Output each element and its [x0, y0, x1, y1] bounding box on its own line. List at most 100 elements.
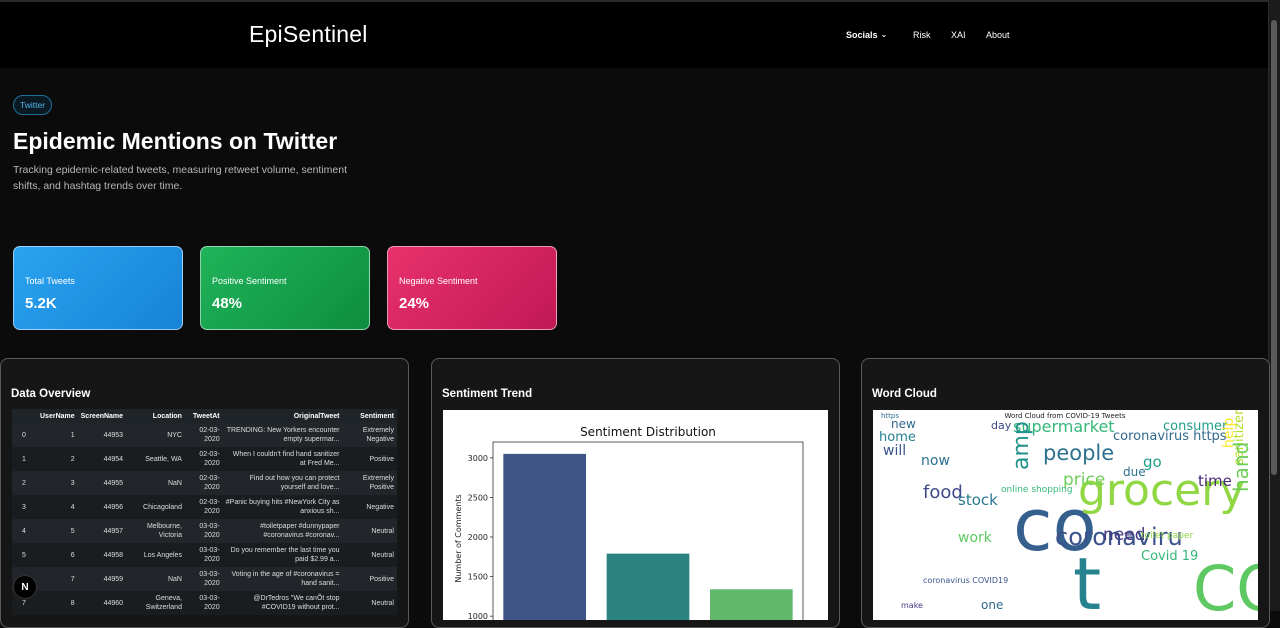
- table-cell: Extremely Negative: [362, 427, 394, 443]
- table-cell: 2: [70, 455, 75, 463]
- scrollbar-thumb[interactable]: [1271, 20, 1277, 475]
- chart-title: Sentiment Distribution: [580, 425, 716, 439]
- word-cloud-word: hand: [1229, 442, 1253, 492]
- table-cell: 44955: [103, 479, 124, 487]
- word-cloud-word: toilet paper: [1141, 531, 1193, 541]
- nav-about[interactable]: About: [986, 30, 1010, 40]
- word-cloud-word: t: [1073, 542, 1101, 620]
- table-cell: Geneva, Switzerland: [145, 595, 182, 611]
- column-header: TweetAt: [184, 409, 223, 423]
- table-cell: 3: [70, 479, 75, 487]
- bar: [606, 553, 690, 620]
- bar: [710, 589, 793, 620]
- table-cell: #Panic buying hits #NewYork City as anxi…: [225, 499, 340, 515]
- dev-tools-button[interactable]: N: [13, 575, 37, 599]
- table-cell: 44956: [103, 503, 124, 511]
- table-cell: Chicagoland: [143, 503, 182, 511]
- table-cell: Melbourne, Victoria: [146, 523, 182, 539]
- word-cloud-word: need: [1103, 525, 1145, 545]
- table-cell: 0: [22, 431, 26, 439]
- word-cloud-image: Word Cloud from COVID-19 Tweets https co t C…: [873, 410, 1258, 620]
- stat-label: Positive Sentiment: [212, 276, 287, 286]
- brand-logo[interactable]: EpiSentinel: [249, 21, 368, 48]
- table-cell: 2: [22, 479, 26, 487]
- nav-risk[interactable]: Risk: [913, 30, 931, 40]
- table-cell: 44958: [103, 551, 124, 559]
- table-cell: NaN: [167, 575, 182, 583]
- y-tick-label: 1500: [468, 573, 488, 582]
- table-cell: 02-03-2020: [199, 451, 220, 467]
- stat-value: 5.2K: [25, 295, 57, 312]
- chevron-down-icon: ⌄: [880, 30, 888, 39]
- word-cloud-word: will: [883, 443, 906, 459]
- table-cell: 03-03-2020: [199, 571, 220, 587]
- top-navbar: EpiSentinel Socials ⌄ Risk XAI About: [0, 0, 1268, 68]
- stat-card-positive-sentiment: Positive Sentiment 48%: [200, 246, 370, 330]
- table-cell: Neutral: [371, 527, 394, 535]
- word-cloud-word: due: [1123, 465, 1146, 479]
- word-cloud-word: people: [1043, 441, 1114, 465]
- data-table: UserName ScreenName Location TweetAt Ori…: [12, 409, 397, 615]
- table-cell: Negative: [366, 503, 394, 511]
- word-cloud-word: help: [1221, 418, 1237, 448]
- column-header: Sentiment: [342, 409, 397, 423]
- table-cell: Positive: [369, 575, 394, 583]
- word-cloud-word: coronavirus COVID19: [923, 576, 1008, 585]
- stat-value: 48%: [212, 295, 243, 312]
- column-header: UserName: [37, 409, 78, 423]
- stat-label: Negative Sentiment: [399, 276, 478, 286]
- table-row: 6744959NaN03-03-2020Voting in the age of…: [12, 567, 397, 591]
- y-tick-label: 2000: [468, 533, 488, 542]
- word-cloud-word: food: [923, 482, 963, 503]
- table-cell: 03-03-2020: [199, 595, 220, 611]
- word-cloud-word: stock: [958, 491, 998, 509]
- table-cell: 5: [70, 527, 75, 535]
- table-cell: 44959: [103, 575, 124, 583]
- table-cell: 03-03-2020: [199, 547, 220, 563]
- table-cell: 4: [70, 503, 75, 511]
- word-cloud-word: Covid 19: [1141, 549, 1198, 564]
- table-cell: 44957: [103, 527, 124, 535]
- word-cloud-word: new: [891, 417, 916, 431]
- word-cloud-word: online shopping: [1001, 485, 1073, 495]
- nav-socials-dropdown[interactable]: Socials ⌄: [846, 30, 887, 40]
- y-tick-label: 2500: [468, 493, 488, 502]
- nav-socials-label: Socials: [846, 30, 878, 40]
- table-row: 4 5 44957 Melbourne, Victoria 03-03-2020 #toi…: [12, 519, 397, 543]
- table-cell: Los Angeles: [143, 551, 182, 559]
- table-row: 0 1 44953 NYC 02-03-2020 TRENDING: New Yorker…: [12, 423, 397, 447]
- bar: [503, 453, 586, 620]
- y-tick-label: 3000: [468, 454, 488, 463]
- table-row: 5 6 44958 Los Angeles 03-03-2020 Do you remem…: [12, 543, 397, 567]
- table-cell: 3: [22, 503, 26, 511]
- table-cell: @DrTedros "We canÕt stop #COVID19 withou…: [253, 595, 340, 611]
- table-cell: #toiletpaper #dunnypaper #coronavirus #c…: [260, 523, 340, 539]
- sentiment-trend-card: Sentiment Trend Sentiment Distribution 10…: [431, 358, 840, 628]
- word-cloud-word: day: [991, 419, 1012, 432]
- table-cell: Neutral: [371, 599, 394, 607]
- column-header: ScreenName: [77, 409, 127, 423]
- card-title: Data Overview: [11, 388, 91, 400]
- sentiment-chart-svg: Sentiment Distribution 1000 1500 2000 2500 30…: [454, 425, 804, 620]
- word-cloud-card: Word Cloud Word Cloud from COVID-19 Twee…: [861, 358, 1270, 628]
- card-title: Word Cloud: [872, 388, 937, 400]
- table-cell: 5: [22, 551, 26, 559]
- table-cell: 6: [70, 551, 75, 559]
- page-title: Epidemic Mentions on Twitter: [13, 128, 338, 154]
- column-header: OriginalTweet: [222, 409, 343, 423]
- table-cell: 44960: [103, 599, 124, 607]
- table-cell: NaN: [167, 479, 182, 487]
- y-tick-label: 1000: [468, 612, 488, 620]
- y-axis-label: Number of Comments: [454, 494, 463, 582]
- stat-card-total-tweets: Total Tweets 5.2K: [13, 246, 183, 330]
- word-cloud-word: amp: [1009, 421, 1034, 470]
- sentiment-chart: Sentiment Distribution 1000 1500 2000 2500 30…: [443, 410, 828, 620]
- table-cell: Find out how you can protect yourself an…: [249, 475, 340, 491]
- table-row: 2 3 44955 NaN 02-03-2020 Find out how you can…: [12, 471, 397, 495]
- word-cloud-word: one: [981, 598, 1003, 612]
- table-cell: Seattle, WA: [145, 455, 182, 463]
- table-cell: Voting in the age of #coronavirus = hand…: [231, 571, 340, 587]
- word-cloud-word: make: [901, 601, 923, 610]
- nav-xai[interactable]: XAI: [951, 30, 966, 40]
- word-cloud-word: time: [1198, 472, 1232, 490]
